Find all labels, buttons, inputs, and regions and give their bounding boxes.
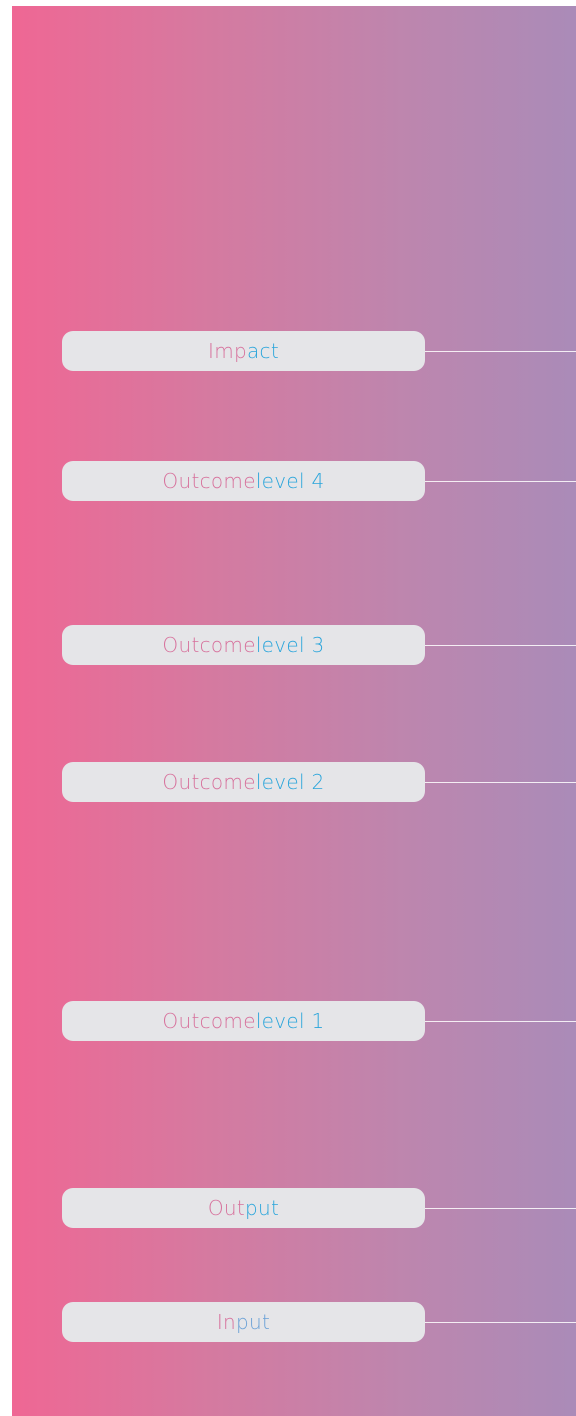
level-outcome-2: Outcome level 2 [12,762,576,802]
level-outcome-4: Outcome level 4 [12,461,576,501]
level-box: In put [62,1302,425,1342]
connector-line [425,782,576,783]
connector-line [425,645,576,646]
level-label-prefix: Outcome [162,633,256,657]
level-label-prefix: Out [207,1196,246,1220]
level-outcome-3: Outcome level 3 [12,625,576,665]
level-outcome-1: Outcome level 1 [12,1001,576,1041]
level-label-suffix: put [236,1310,271,1334]
diagram-panel: Imp act Outcome level 4 Outcome level 3 O… [12,6,576,1416]
connector-line [425,481,576,482]
level-label-suffix: put [245,1196,280,1220]
level-box: Out put [62,1188,425,1228]
level-label-suffix: level 4 [255,469,325,493]
level-label-suffix: level 2 [255,770,325,794]
connector-line [425,1208,576,1209]
level-label-prefix: Imp [208,339,247,363]
level-box: Outcome level 2 [62,762,425,802]
level-label-prefix: Outcome [162,770,256,794]
level-label-suffix: act [246,339,279,363]
level-impact: Imp act [12,331,576,371]
connector-line [425,1322,576,1323]
connector-line [425,1021,576,1022]
level-label-suffix: level 1 [255,1009,325,1033]
level-label-prefix: Outcome [162,469,256,493]
level-label-suffix: level 3 [255,633,325,657]
level-output: Out put [12,1188,576,1228]
level-box: Outcome level 4 [62,461,425,501]
level-input: In put [12,1302,576,1342]
level-box: Imp act [62,331,425,371]
connector-line [425,351,576,352]
level-box: Outcome level 1 [62,1001,425,1041]
level-box: Outcome level 3 [62,625,425,665]
level-label-prefix: Outcome [162,1009,256,1033]
level-label-prefix: In [216,1310,237,1334]
